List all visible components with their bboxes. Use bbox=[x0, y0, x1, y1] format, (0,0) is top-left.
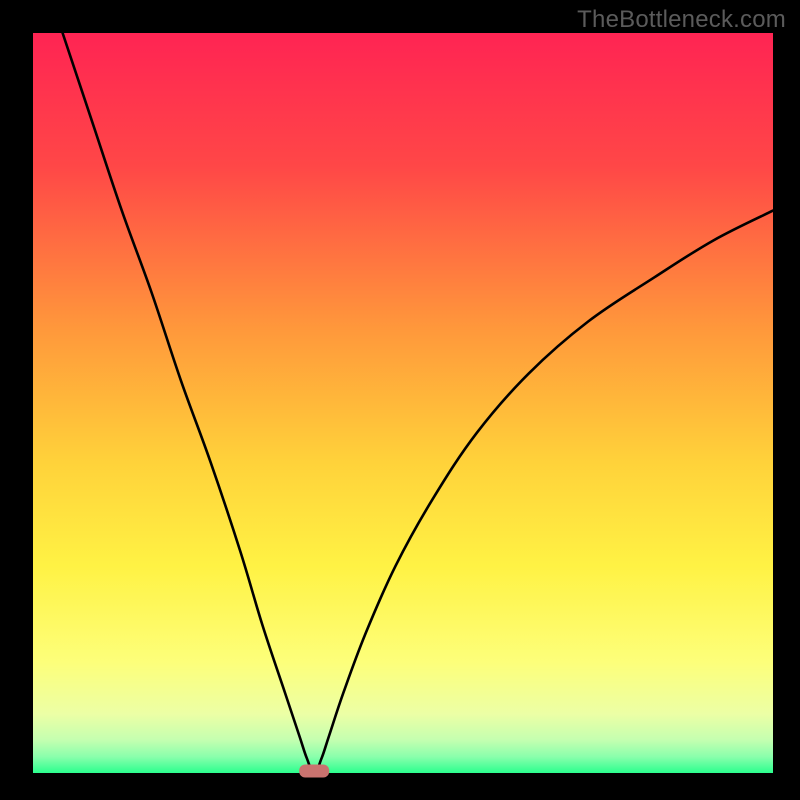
bottleneck-chart bbox=[0, 0, 800, 800]
plot-background bbox=[33, 33, 773, 773]
chart-frame: TheBottleneck.com bbox=[0, 0, 800, 800]
watermark-text: TheBottleneck.com bbox=[577, 6, 786, 34]
min-marker bbox=[299, 765, 329, 778]
